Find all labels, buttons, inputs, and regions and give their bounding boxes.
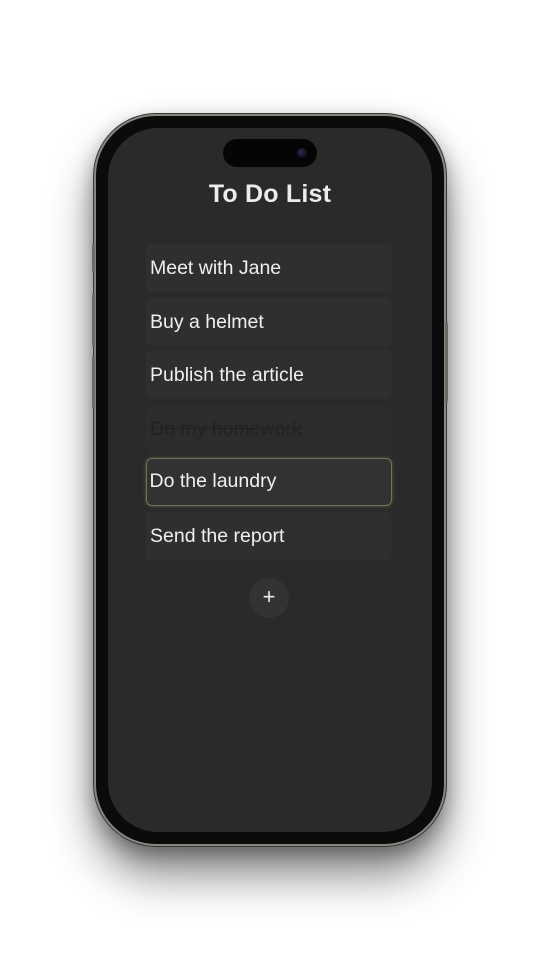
task-item[interactable]: Buy a helmet [146,297,392,346]
phone-frame: To Do List Meet with Jane Buy a helmet P… [92,114,448,846]
page-title: To Do List [208,180,332,208]
task-list: Meet with Jane Buy a helmet Publish the … [146,244,392,565]
stage: To Do List Meet with Jane Buy a helmet P… [0,0,540,960]
dynamic-island [223,139,317,167]
power-button [445,322,448,402]
action-button [92,244,95,272]
volume-up-button [92,294,95,346]
screen: To Do List Meet with Jane Buy a helmet P… [108,128,432,832]
task-item[interactable]: Meet with Jane [146,244,392,292]
task-item-completed[interactable]: Do my homework [146,404,392,453]
task-item-focused[interactable]: Do the laundry [146,458,392,506]
volume-down-button [92,356,95,408]
task-item[interactable]: Publish the article [146,351,392,399]
camera-icon [297,148,307,158]
add-task-button[interactable]: + [249,578,289,618]
task-item[interactable]: Send the report [146,511,392,560]
